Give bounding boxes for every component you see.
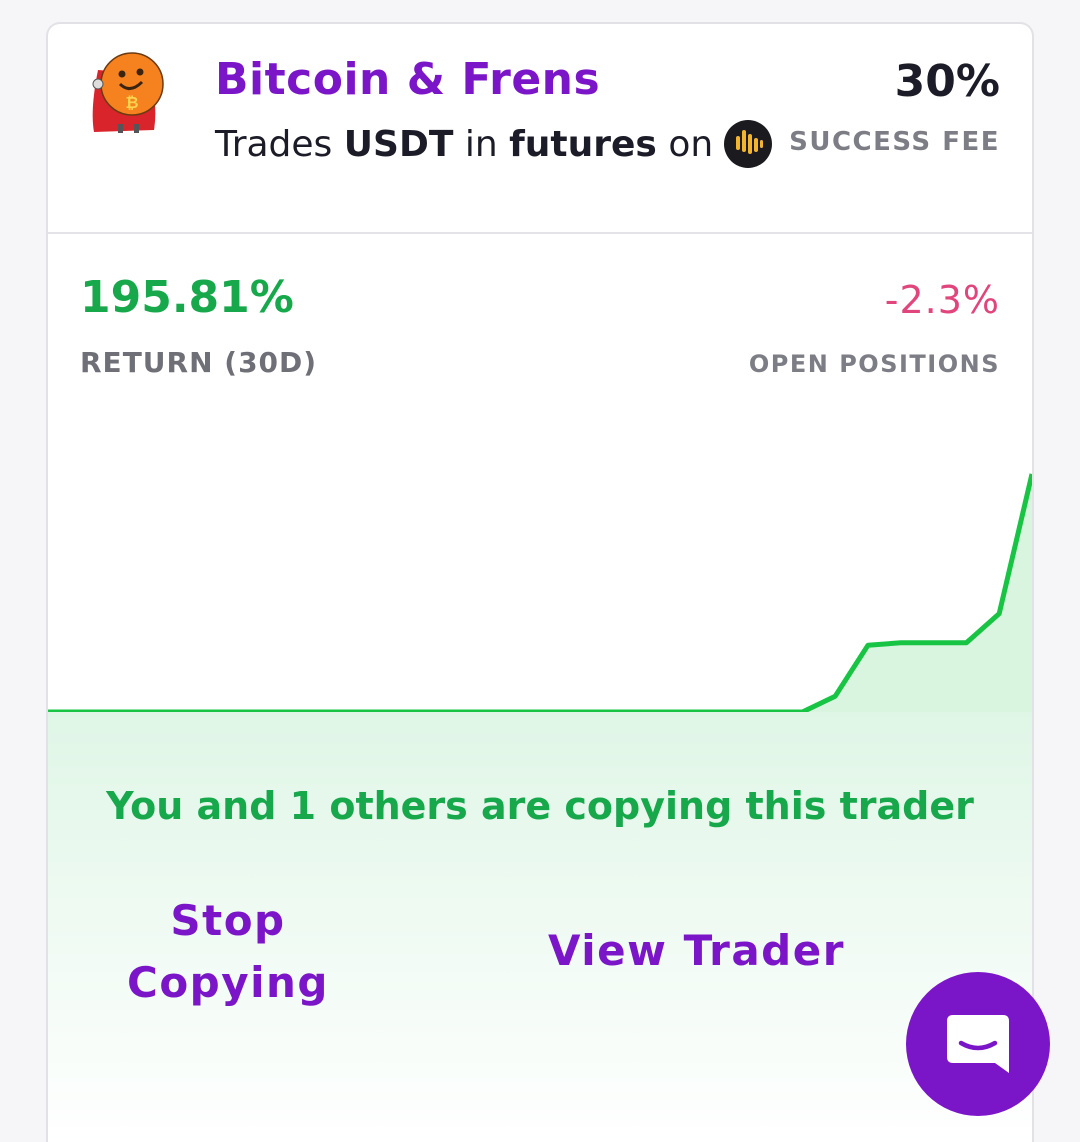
trades-market: futures (509, 123, 657, 165)
stop-copying-button[interactable]: Stop Copying (118, 890, 338, 1014)
trades-prefix: Trades (215, 123, 333, 165)
trades-asset: USDT (343, 123, 454, 165)
view-trader-button[interactable]: View Trader (548, 926, 845, 975)
exchange-logo-icon (724, 120, 773, 168)
return-label: RETURN (30D) (80, 346, 318, 379)
chat-launcher-button[interactable] (906, 972, 1050, 1116)
return-value: 195.81% (80, 272, 294, 323)
trades-on: on (668, 123, 714, 165)
success-fee-value: 30% (894, 56, 1000, 107)
open-positions-label: OPEN POSITIONS (748, 350, 1000, 378)
success-fee-label: SUCCESS FEE (789, 127, 1000, 157)
copying-status-text: You and 1 others are copying this trader (106, 784, 974, 828)
open-positions-value: -2.3% (884, 278, 1000, 322)
trades-in: in (464, 123, 498, 165)
copying-panel: You and 1 others are copying this trader… (48, 712, 1032, 1142)
bitcoin-hero-mascot-icon: ₿ (92, 52, 164, 133)
chart-area-fill (48, 474, 1032, 714)
trader-name[interactable]: Bitcoin & Frens (215, 54, 600, 105)
svg-text:₿: ₿ (125, 93, 138, 112)
performance-chart (48, 473, 1032, 714)
trades-description: Trades USDT in futures on (215, 119, 773, 169)
trader-header: ₿ Bitcoin & Frens Trades USDT in futures… (48, 24, 1032, 234)
chat-bubble-icon (947, 1015, 1009, 1073)
trader-card[interactable]: ₿ Bitcoin & Frens Trades USDT in futures… (46, 22, 1034, 1142)
